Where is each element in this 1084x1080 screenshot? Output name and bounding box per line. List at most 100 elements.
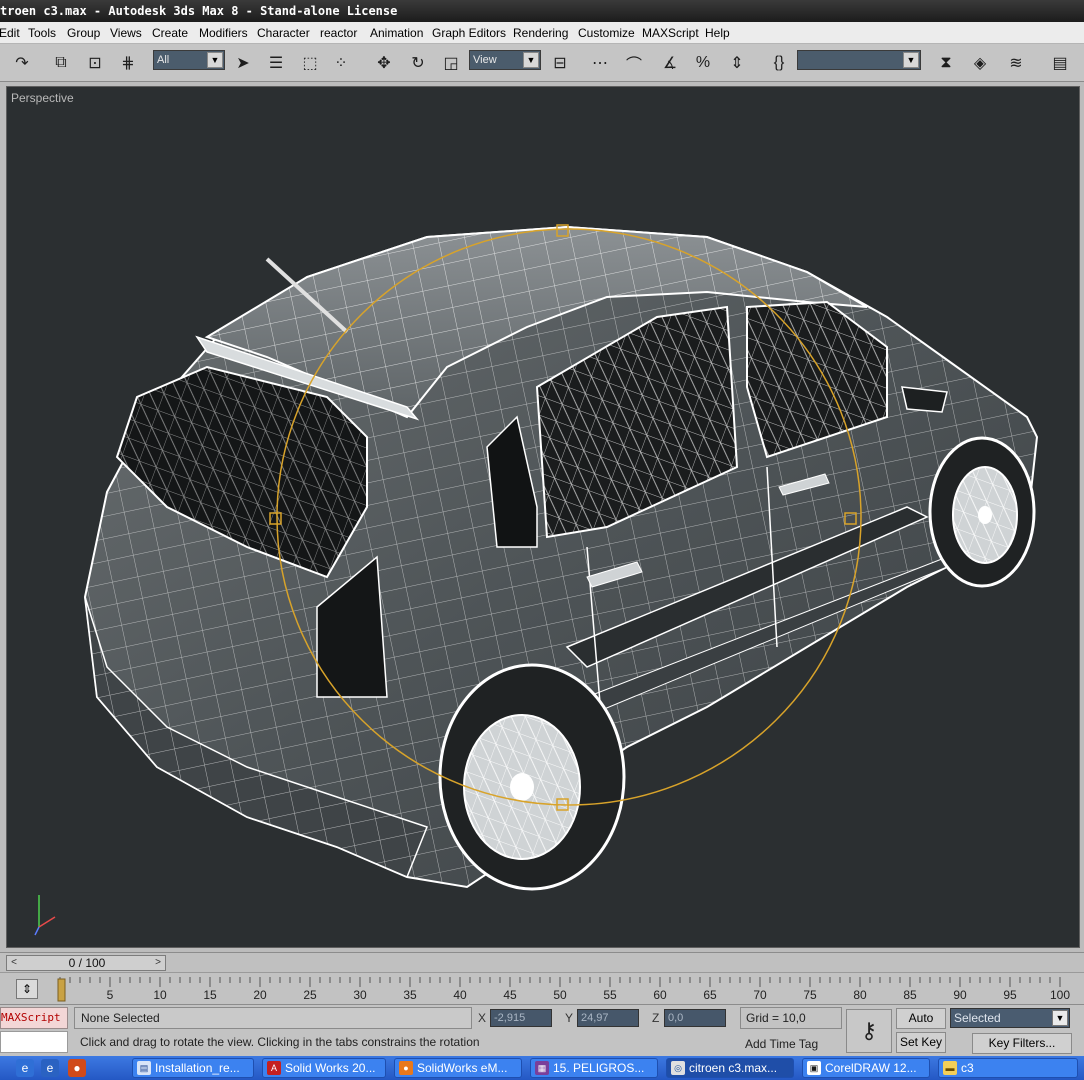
menu-animation[interactable]: Animation — [370, 25, 423, 41]
task-installation[interactable]: ▤ Installation_re... — [132, 1058, 254, 1078]
track-tick-label: 70 — [753, 988, 767, 1002]
chevron-down-icon: ▼ — [207, 52, 223, 68]
add-time-tag[interactable]: Add Time Tag — [740, 1033, 842, 1055]
menu-group[interactable]: Group — [67, 25, 100, 41]
rotate-icon[interactable]: ↻ — [405, 50, 431, 76]
car-wireframe-model[interactable] — [7, 87, 1080, 948]
pivot-icon[interactable]: ⊟ — [547, 50, 573, 76]
task-solidworks-browser[interactable]: ● SolidWorks eM... — [394, 1058, 522, 1078]
track-tick-label: 100 — [1049, 988, 1071, 1002]
track-bar[interactable]: ⇕ 5 10 15 20 25 30 35 40 45 50 55 60 65 … — [0, 972, 1084, 1004]
named-selection-dropdown[interactable]: ▼ — [797, 50, 921, 70]
bind-spacewarp-icon[interactable]: ⋕ — [115, 50, 141, 76]
track-tick-label: 60 — [653, 988, 667, 1002]
menu-reactor[interactable]: reactor — [320, 25, 357, 41]
document-icon: ▤ — [137, 1061, 151, 1075]
select-object-icon[interactable]: ➤ — [230, 50, 256, 76]
task-coreldraw[interactable]: ▣ CorelDRAW 12... — [802, 1058, 930, 1078]
task-label: 15. PELIGROS... — [553, 1061, 645, 1075]
track-tick-label: 80 — [853, 988, 867, 1002]
grid-size-text: Grid = 10,0 — [746, 1011, 806, 1025]
menu-graph-editors[interactable]: Graph Editors — [432, 25, 506, 41]
mirror-icon[interactable]: ⧗ — [933, 50, 959, 76]
named-selection-braces-icon[interactable]: {} — [766, 50, 792, 76]
maxscript-listener[interactable]: MAXScript — [0, 1007, 68, 1029]
move-icon[interactable]: ✥ — [371, 50, 397, 76]
task-solidworks-pdf[interactable]: A Solid Works 20... — [262, 1058, 386, 1078]
time-slider[interactable]: 0 / 100 < > — [6, 955, 166, 971]
set-keys-button[interactable]: ⚷ — [846, 1009, 892, 1053]
key-filters-label: Key Filters... — [988, 1036, 1056, 1050]
snap-3d-icon[interactable]: ⌒ — [621, 50, 647, 76]
menu-edit[interactable]: Edit — [0, 25, 20, 41]
rect-selection-icon[interactable]: ⬚ — [297, 50, 323, 76]
task-c3-folder[interactable]: ▬ c3 — [938, 1058, 1078, 1078]
auto-key-button[interactable]: Auto Key — [896, 1008, 946, 1044]
window-title: troen c3.max - Autodesk 3ds Max 8 - Stan… — [0, 4, 398, 18]
set-key-button[interactable]: Set Key — [896, 1032, 946, 1053]
track-ruler[interactable]: 5 10 15 20 25 30 35 40 45 50 55 60 65 70… — [56, 975, 1076, 1003]
track-tick-label: 50 — [553, 988, 567, 1002]
menu-character[interactable]: Character — [257, 25, 310, 41]
y-coord-label: Y — [565, 1011, 574, 1025]
task-label: citroen c3.max... — [689, 1061, 778, 1075]
track-tick-label: 90 — [953, 988, 967, 1002]
time-slider-label: 0 / 100 — [68, 956, 106, 970]
menu-rendering[interactable]: Rendering — [513, 25, 568, 41]
folder-icon: ▬ — [943, 1061, 957, 1075]
spinner-snap-toggle-icon[interactable]: ⇕ — [724, 50, 750, 76]
curve-editor-icon[interactable]: ▤ — [1047, 50, 1073, 76]
chevron-down-icon: ▼ — [903, 52, 919, 68]
select-by-name-icon[interactable]: ☰ — [263, 50, 289, 76]
menu-maxscript[interactable]: MAXScript — [642, 25, 699, 41]
scale-icon[interactable]: ◲ — [438, 50, 464, 76]
z-coord-value: 0,0 — [668, 1012, 684, 1024]
3dsmax-icon: ◎ — [671, 1061, 685, 1075]
key-filters-button[interactable]: Key Filters... — [972, 1033, 1072, 1054]
maxscript-output[interactable] — [0, 1031, 68, 1053]
x-coord-field[interactable]: -2,915 — [490, 1009, 552, 1027]
task-citroen-3dsmax[interactable]: ◎ citroen c3.max... — [666, 1058, 794, 1078]
task-label: CorelDRAW 12... — [825, 1061, 917, 1075]
menu-help[interactable]: Help — [705, 25, 730, 41]
chevron-right-icon[interactable]: > — [151, 956, 165, 970]
ie-icon[interactable]: e — [16, 1059, 34, 1077]
unlink-icon[interactable]: ⊡ — [82, 50, 108, 76]
menu-tools[interactable]: Tools — [28, 25, 56, 41]
reference-coord-dropdown[interactable]: View ▼ — [469, 50, 541, 70]
angle-snap-icon[interactable]: ∡ — [657, 50, 683, 76]
percent-snap-icon[interactable]: % — [690, 50, 716, 76]
title-bar: troen c3.max - Autodesk 3ds Max 8 - Stan… — [0, 0, 1084, 22]
chevron-left-icon[interactable]: < — [7, 956, 21, 970]
track-tick-label: 45 — [503, 988, 517, 1002]
status-bar: MAXScript None Selected Click and drag t… — [0, 1004, 1084, 1056]
menu-customize[interactable]: Customize — [578, 25, 635, 41]
main-toolbar: ↷ ⧉ ⊡ ⋕ All ▼ ➤ ☰ ⬚ ⁘ ✥ ↻ ◲ View ▼ ⊟ ⋯ ⌒… — [0, 44, 1084, 82]
track-tick-label: 75 — [803, 988, 817, 1002]
reference-coord-value: View — [473, 54, 497, 66]
link-icon[interactable]: ⧉ — [48, 50, 74, 76]
spinner-snap-icon[interactable]: ⋯ — [587, 50, 613, 76]
selection-filter-dropdown[interactable]: All ▼ — [153, 50, 225, 70]
window-crossing-icon[interactable]: ⁘ — [328, 50, 354, 76]
perspective-viewport[interactable]: Perspective — [6, 86, 1080, 948]
key-mode-dropdown[interactable]: Selected ▼ — [950, 1008, 1070, 1028]
menu-modifiers[interactable]: Modifiers — [199, 25, 248, 41]
ie-alt-icon[interactable]: e — [41, 1059, 59, 1077]
align-icon[interactable]: ◈ — [967, 50, 993, 76]
track-tick-label: 95 — [1003, 988, 1017, 1002]
menu-views[interactable]: Views — [110, 25, 142, 41]
browser-icon[interactable]: ● — [68, 1059, 86, 1077]
track-tick-label: 5 — [106, 988, 114, 1002]
mini-curve-editor-icon[interactable]: ⇕ — [16, 979, 38, 999]
z-coord-field[interactable]: 0,0 — [664, 1009, 726, 1027]
task-label: Solid Works 20... — [285, 1061, 376, 1075]
undo-icon[interactable]: ↷ — [9, 50, 35, 76]
task-peligros[interactable]: ▦ 15. PELIGROS... — [530, 1058, 658, 1078]
menu-bar: Edit Tools Group Views Create Modifiers … — [0, 22, 1084, 44]
y-coord-field[interactable]: 24,97 — [577, 1009, 639, 1027]
layer-manager-icon[interactable]: ≋ — [1003, 50, 1029, 76]
menu-create[interactable]: Create — [152, 25, 188, 41]
x-coord-label: X — [478, 1011, 487, 1025]
prompt-line: Click and drag to rotate the view. Click… — [74, 1031, 734, 1053]
